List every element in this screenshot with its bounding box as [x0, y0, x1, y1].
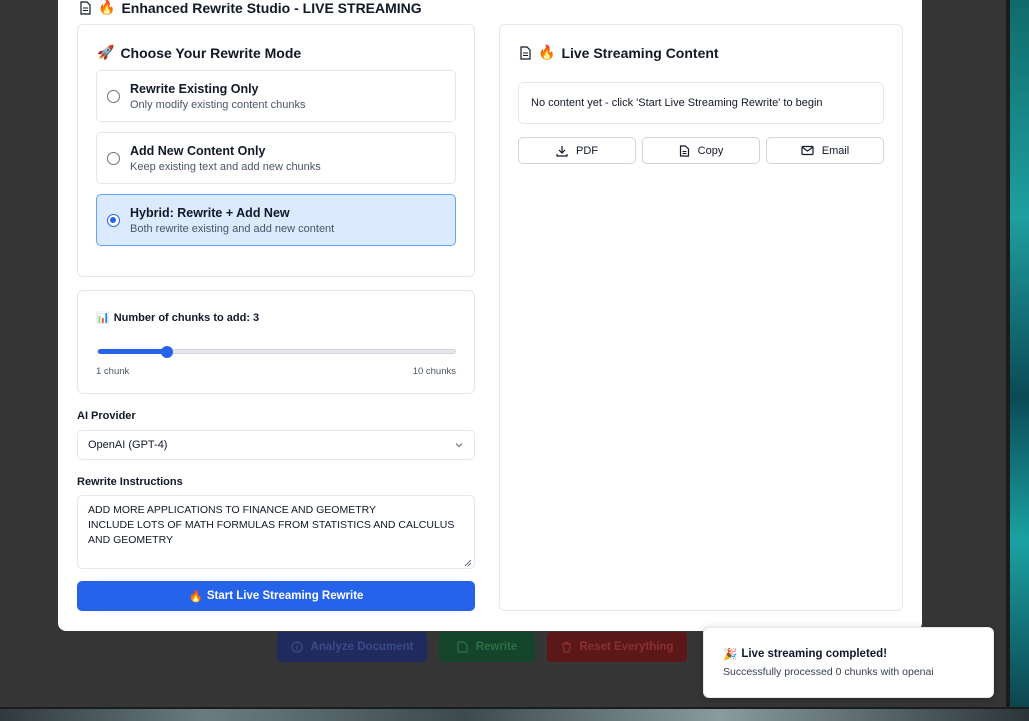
- chevron-down-icon: [455, 443, 463, 448]
- radio-add-new[interactable]: [107, 151, 120, 165]
- reset-everything-button: Reset Everything: [547, 632, 687, 662]
- email-button[interactable]: Email: [766, 137, 884, 164]
- mode-option-add-new[interactable]: Add New Content Only Keep existing text …: [96, 132, 456, 184]
- slider-max-label: 10 chunks: [412, 366, 456, 377]
- pdf-label: PDF: [576, 144, 598, 157]
- toast-description: Successfully processed 0 chunks with ope…: [723, 666, 934, 678]
- chunks-label-text: Number of chunks to add: 3: [113, 311, 260, 324]
- download-icon: [556, 145, 568, 157]
- live-content-area: No content yet - click 'Start Live Strea…: [518, 82, 884, 124]
- rewrite-studio-dialog: 🔥 Enhanced Rewrite Studio - LIVE STREAMI…: [58, 0, 922, 631]
- document-icon: [520, 46, 531, 60]
- rewrite-mode-heading: 🚀 Choose Your Rewrite Mode: [97, 45, 301, 61]
- option-title: Rewrite Existing Only: [130, 81, 259, 96]
- slider-thumb[interactable]: [161, 346, 173, 358]
- dialog-title: 🔥 Enhanced Rewrite Studio - LIVE STREAMI…: [78, 0, 422, 18]
- party-icon: 🎉: [723, 647, 738, 661]
- copy-button[interactable]: Copy: [642, 137, 760, 164]
- chunks-label: 📊 Number of chunks to add: 3: [96, 311, 259, 324]
- trash-icon: [561, 641, 571, 653]
- rewrite-button: Rewrite: [439, 632, 535, 662]
- toast-title: 🎉 Live streaming completed!: [723, 647, 887, 661]
- rewrite-instructions-textarea[interactable]: ADD MORE APPLICATIONS TO FINANCE AND GEO…: [77, 495, 475, 569]
- slider-fill: [98, 349, 167, 354]
- option-description: Keep existing text and add new chunks: [130, 160, 321, 173]
- resize-grip-icon[interactable]: [464, 559, 472, 567]
- ai-provider-select[interactable]: OpenAI (GPT-4): [77, 430, 475, 460]
- radio-hybrid[interactable]: [107, 213, 120, 227]
- email-label: Email: [821, 144, 850, 157]
- rewrite-mode-heading-text: Choose Your Rewrite Mode: [120, 45, 302, 61]
- option-description: Only modify existing content chunks: [130, 98, 306, 111]
- ai-provider-label: AI Provider: [77, 410, 136, 422]
- file-icon: [679, 144, 689, 157]
- option-title: Add New Content Only: [130, 143, 266, 158]
- slider-min-label: 1 chunk: [96, 366, 130, 377]
- toast-notification: 🎉 Live streaming completed! Successfully…: [703, 627, 994, 698]
- bar-chart-icon: 📊: [96, 311, 110, 324]
- fire-icon: 🔥: [538, 45, 556, 61]
- rocket-icon: 🚀: [97, 45, 115, 61]
- rewrite-mode-panel: 🚀 Choose Your Rewrite Mode Rewrite Exist…: [77, 24, 475, 277]
- fire-icon: 🔥: [98, 0, 116, 16]
- option-title: Hybrid: Rewrite + Add New: [130, 205, 290, 220]
- copy-label: Copy: [697, 144, 724, 157]
- analyze-document-button: Analyze Document: [277, 632, 427, 662]
- live-streaming-panel: 🔥 Live Streaming Content No content yet …: [499, 24, 903, 611]
- mode-option-hybrid[interactable]: Hybrid: Rewrite + Add New Both rewrite e…: [96, 194, 456, 246]
- rewrite-instructions-label: Rewrite Instructions: [77, 476, 183, 488]
- dialog-title-text: Enhanced Rewrite Studio - LIVE STREAMING: [121, 0, 422, 16]
- desktop-wallpaper-bottom: [0, 709, 1029, 721]
- mode-option-rewrite-existing[interactable]: Rewrite Existing Only Only modify existi…: [96, 70, 456, 122]
- document-icon: [80, 1, 91, 15]
- pdf-button[interactable]: PDF: [518, 137, 636, 164]
- analyze-document-label: Analyze Document: [310, 641, 414, 653]
- radio-rewrite-existing[interactable]: [107, 89, 120, 103]
- desktop-wallpaper-right: [1010, 0, 1029, 721]
- live-streaming-heading: 🔥 Live Streaming Content: [519, 45, 719, 61]
- fire-icon: 🔥: [188, 589, 203, 603]
- chunks-panel: 📊 Number of chunks to add: 3 1 chunk 10 …: [77, 290, 475, 394]
- info-icon: [290, 641, 303, 653]
- file-icon: [457, 641, 468, 653]
- reset-everything-label: Reset Everything: [579, 641, 674, 653]
- rewrite-label: Rewrite: [475, 641, 518, 653]
- live-streaming-heading-text: Live Streaming Content: [561, 45, 719, 61]
- chunks-slider[interactable]: [97, 346, 456, 358]
- ai-provider-value: OpenAI (GPT-4): [88, 439, 168, 451]
- mail-icon: [801, 145, 814, 156]
- start-live-streaming-label: Start Live Streaming Rewrite: [206, 590, 364, 602]
- option-description: Both rewrite existing and add new conten…: [130, 222, 335, 235]
- start-live-streaming-button[interactable]: 🔥 Start Live Streaming Rewrite: [77, 581, 475, 611]
- toast-title-text: Live streaming completed!: [741, 648, 888, 660]
